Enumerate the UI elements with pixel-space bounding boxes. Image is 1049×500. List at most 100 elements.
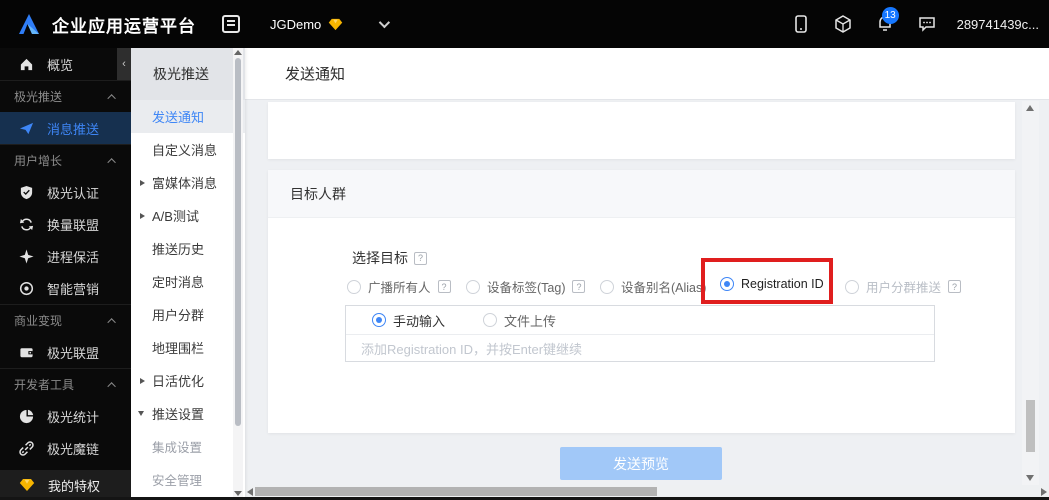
device-icon[interactable] [791,14,811,34]
submenu-item-send-notification[interactable]: 发送通知 [131,100,245,133]
target-option-registration-id[interactable]: Registration ID [720,277,824,291]
page-header: 发送通知 [245,48,1049,100]
help-icon[interactable]: ? [437,280,451,293]
scroll-up-icon[interactable] [234,50,242,55]
vertical-scroll-thumb[interactable] [1026,400,1035,452]
submenu-item-geofence[interactable]: 地理围栏 [131,331,245,364]
submenu-scroll-thumb[interactable] [235,58,241,426]
pie-chart-icon [19,409,34,423]
target-option-user-segment-push[interactable]: 用户分群推送 ? [845,277,962,296]
account-id[interactable]: 289741439c... [957,17,1039,32]
help-icon[interactable]: ? [948,280,962,293]
expand-right-icon [140,377,145,384]
sidebar-item-jmlink[interactable]: 极光魔链 [0,432,131,464]
registration-id-input-group: 手动输入 文件上传 添加Registration ID，并按Enter键继续 [345,305,935,362]
page-title: 发送通知 [285,66,346,83]
submenu-item-push-history[interactable]: 推送历史 [131,232,245,265]
sidebar-section-user-growth[interactable]: 用户增长 [0,144,131,176]
secondary-sidebar: 极光推送 发送通知 自定义消息 富媒体消息 A/B测试 推送历史 定时消息 用户… [131,48,245,500]
chevron-down-icon[interactable] [379,16,391,29]
radio-selected[interactable] [720,277,734,291]
previous-card-partial [268,102,1015,159]
scroll-down-icon[interactable] [1026,475,1034,481]
aurora-logo-icon [19,14,39,34]
expand-right-icon [140,179,145,186]
sidebar-section-dev-tools[interactable]: 开发者工具 [0,368,131,400]
scroll-left-icon[interactable] [247,488,253,496]
link-icon [19,440,34,456]
product-box-icon[interactable] [833,14,853,34]
send-preview-button[interactable]: 发送预览 [560,447,722,480]
scroll-right-icon[interactable] [1041,488,1047,496]
scroll-down-icon[interactable] [234,491,242,496]
submenu-item-rich-media[interactable]: 富媒体消息 [131,166,245,199]
sidebar-section-monetization[interactable]: 商业变现 [0,304,131,336]
target-audience-card: 目标人群 选择目标 ? 广播所有人 ? 设备标签(Tag) ? 设备别名(Ali… [268,170,1015,433]
input-mode-row: 手动输入 文件上传 [346,306,934,335]
chevron-up-icon [107,381,116,391]
submenu-scrollbar[interactable] [233,48,243,500]
mode-option-file-upload[interactable]: 文件上传 [483,311,556,330]
target-icon [19,281,34,295]
notification-badge: 13 [881,7,899,24]
submenu-item-scheduled-message[interactable]: 定时消息 [131,265,245,298]
select-target-label: 选择目标 ? [352,248,427,268]
brand-title: 企业应用运营平台 [52,16,196,36]
help-icon[interactable]: ? [572,280,586,293]
home-icon [20,58,33,70]
notification-bell-icon[interactable]: 13 [875,7,899,34]
help-icon[interactable]: ? [414,251,427,265]
radio-unselected[interactable] [845,279,859,294]
scroll-up-icon[interactable] [1026,105,1034,111]
message-bubble-icon[interactable] [917,14,937,34]
expand-right-icon [140,212,145,219]
radio-unselected[interactable] [600,279,614,294]
chevron-up-icon [107,317,116,327]
gem-icon [19,479,35,491]
app-name: JGDemo [270,16,322,32]
target-option-broadcast[interactable]: 广播所有人 ? [347,277,451,296]
horizontal-scroll-thumb[interactable] [255,487,657,496]
expand-down-icon [138,411,144,416]
submenu-item-user-segment[interactable]: 用户分群 [131,298,245,331]
chevron-up-icon [107,93,116,103]
sidebar-item-process-keepalive[interactable]: 进程保活 [0,240,131,272]
wallet-icon [20,347,33,357]
submenu-item-integration-settings[interactable]: 集成设置 [131,430,245,463]
submenu-item-ab-test[interactable]: A/B测试 [131,199,245,232]
spark-icon [19,248,34,264]
sidebar-item-overview[interactable]: 概览 [0,48,131,80]
topbar: 企业应用运营平台 JGDemo 13 289741439c... [0,0,1049,48]
main-area: 发送通知 目标人群 选择目标 ? 广播所有人 ? 设备标签(Tag) ? 设备别… [245,48,1049,500]
sidebar-item-jverification[interactable]: 极光认证 [0,176,131,208]
sidebar-item-smart-marketing[interactable]: 智能营销 [0,272,131,304]
radio-unselected[interactable] [466,279,480,294]
sidebar-item-jalliance[interactable]: 极光联盟 [0,336,131,368]
exchange-arrows-icon [19,217,34,231]
sidebar-item-exchange-alliance[interactable]: 换量联盟 [0,208,131,240]
mode-option-manual-input[interactable]: 手动输入 [372,311,445,330]
sidebar-item-message-push[interactable]: 消息推送 [0,112,131,144]
submenu-item-dau-optimization[interactable]: 日活优化 [131,364,245,397]
sidebar-item-my-privileges[interactable]: 我的特权 [0,470,131,500]
card-title: 目标人群 [268,170,1015,218]
radio-unselected[interactable] [347,279,361,294]
chevron-up-icon [107,157,116,167]
console-icon[interactable] [222,15,240,33]
submenu-item-custom-message[interactable]: 自定义消息 [131,133,245,166]
submenu-item-security-management[interactable]: 安全管理 [131,463,245,496]
radio-selected[interactable] [372,313,386,327]
submenu-header: 极光推送 [131,48,245,100]
target-option-device-tag[interactable]: 设备标签(Tag) ? [466,277,586,296]
registration-id-input[interactable]: 添加Registration ID，并按Enter键继续 [346,335,934,361]
app-switcher[interactable]: JGDemo [270,17,343,32]
sidebar-collapse-button[interactable]: ‹ [117,48,131,80]
sidebar-item-janalytics[interactable]: 极光统计 [0,400,131,432]
paper-plane-icon [19,122,34,134]
vip-gem-icon [329,18,343,30]
sidebar-section-jpush[interactable]: 极光推送 [0,80,131,112]
vertical-scrollbar[interactable] [1022,101,1039,485]
target-option-device-alias[interactable]: 设备别名(Alias) [600,277,706,296]
submenu-item-push-settings[interactable]: 推送设置 [131,397,245,430]
radio-unselected[interactable] [483,313,498,327]
